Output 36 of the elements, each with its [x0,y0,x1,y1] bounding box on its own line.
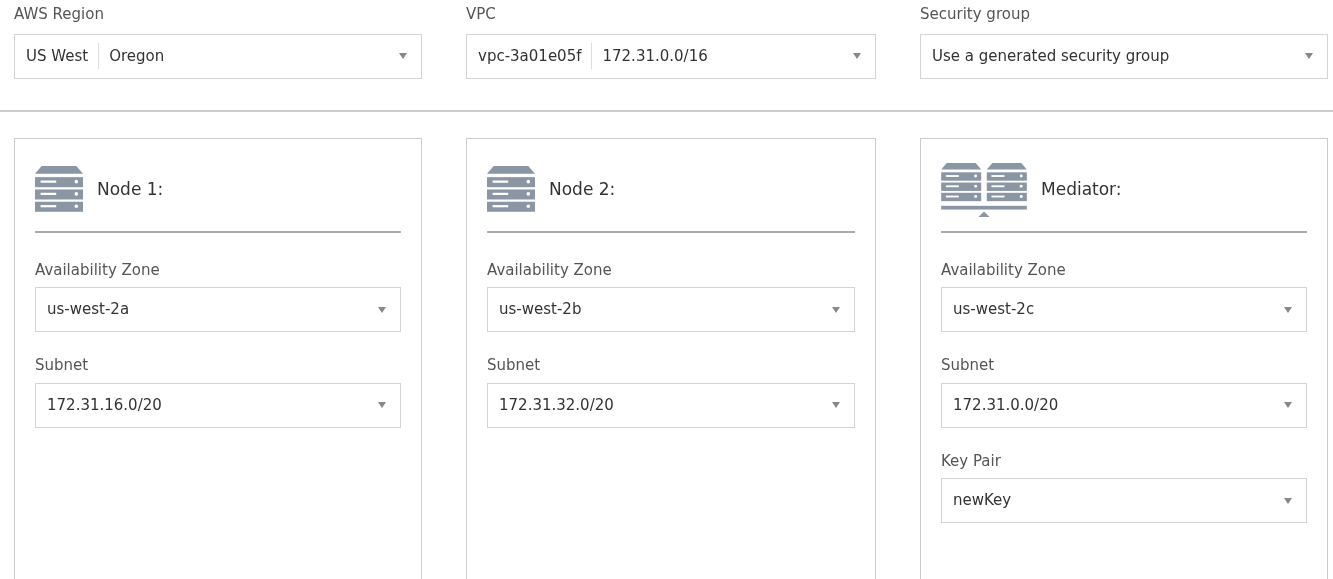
caret-icon [378,306,386,313]
panel-title: Node 1: [97,177,164,201]
field-label: Availability Zone [487,260,612,280]
field-label: Subnet [35,356,89,376]
dropdown-select[interactable]: US West Oregon [14,33,422,79]
caret-icon [832,306,840,313]
field-label: Security group [920,5,1030,25]
panel-title: Mediator: [1041,177,1122,201]
field-label: VPC [466,5,496,25]
field-label: AWS Region [14,5,104,25]
field-label: Availability Zone [35,260,160,280]
caret-icon [853,53,861,59]
caret-icon [1284,306,1292,313]
dropdown-select[interactable]: newKey [941,478,1307,523]
caret-icon [1284,497,1292,504]
dropdown-select[interactable]: 172.31.32.0/20 [487,382,855,428]
dropdown-select[interactable]: Use a generated security group [920,33,1328,79]
server-icon [35,165,83,214]
servers-icon [941,162,1027,217]
caret-icon [1305,53,1313,59]
dropdown-select[interactable]: us-west-2b [487,287,855,332]
field-label: Key Pair [941,451,1001,471]
dropdown-select[interactable]: us-west-2c [941,287,1307,332]
field-label: Availability Zone [941,260,1066,280]
dropdown-select[interactable]: 172.31.16.0/20 [35,382,401,428]
caret-icon [378,402,386,408]
dropdown-select[interactable]: us-west-2a [35,287,401,332]
panel-title: Node 2: [549,177,616,201]
dropdown-select[interactable]: 172.31.0.0/20 [941,382,1307,428]
field-label: Subnet [487,356,541,376]
server-icon [487,165,535,214]
field-label: Subnet [941,356,995,376]
dropdown-select[interactable]: vpc-3a01e05f 172.31.0.0/16 [466,33,876,79]
caret-icon [1284,402,1292,408]
caret-icon [399,53,407,59]
caret-icon [832,402,840,408]
